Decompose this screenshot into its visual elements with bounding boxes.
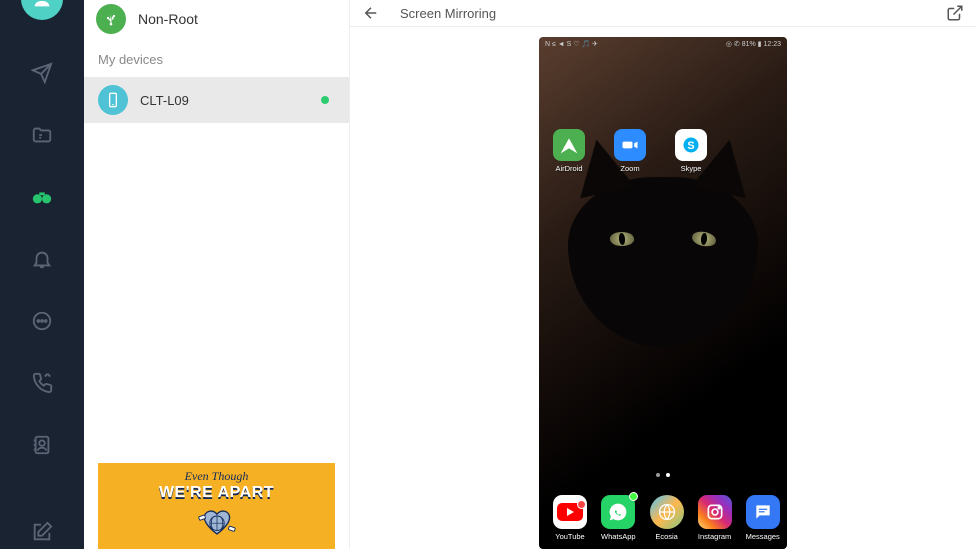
page-indicator xyxy=(539,473,787,477)
main-title: Screen Mirroring xyxy=(400,6,496,21)
nav-compose-icon[interactable] xyxy=(29,519,55,545)
main-header: Screen Mirroring xyxy=(350,0,976,27)
airdroid-icon xyxy=(553,129,585,161)
phone-icon xyxy=(98,85,128,115)
svg-text:S: S xyxy=(687,140,694,152)
app-ecosia[interactable]: Ecosia xyxy=(650,495,684,541)
device-row[interactable]: CLT-L09 xyxy=(84,77,349,123)
nav-binoculars-icon[interactable] xyxy=(29,184,55,210)
app-label: YouTube xyxy=(555,532,584,541)
devices-header: My devices xyxy=(84,38,349,77)
nav-contacts-icon[interactable] xyxy=(29,432,55,458)
app-youtube[interactable]: YouTube xyxy=(553,495,587,541)
mirror-viewport: N ≤ ◄ S ♡ 🎵 ✈ ◎ ✆ 81% ▮ 12:23 AirDroid Z… xyxy=(350,27,976,549)
app-label: Skype xyxy=(681,164,702,173)
app-airdroid[interactable]: AirDroid xyxy=(553,129,585,173)
mode-row[interactable]: Non-Root xyxy=(84,0,349,38)
youtube-icon xyxy=(553,495,587,529)
statusbar-right: ◎ ✆ 81% ▮ 12:23 xyxy=(726,40,781,48)
whatsapp-icon xyxy=(601,495,635,529)
nav-files-icon[interactable] xyxy=(29,122,55,148)
nav-send-icon[interactable] xyxy=(29,60,55,86)
app-skype[interactable]: S Skype xyxy=(675,129,707,173)
app-label: Instagram xyxy=(698,532,731,541)
messages-icon xyxy=(746,495,780,529)
app-messages[interactable]: Messages xyxy=(746,495,780,541)
zoom-icon xyxy=(614,129,646,161)
popout-button[interactable] xyxy=(946,4,964,22)
nav-phone-icon[interactable] xyxy=(29,370,55,396)
app-label: Messages xyxy=(746,532,780,541)
ad-line2: WE'RE APART xyxy=(159,484,274,502)
app-label: Zoom xyxy=(620,164,639,173)
device-name: CLT-L09 xyxy=(140,93,189,108)
app-instagram[interactable]: Instagram xyxy=(698,495,732,541)
main-panel: Screen Mirroring N ≤ ◄ S ♡ 🎵 ✈ ◎ ✆ 81% ▮… xyxy=(350,0,976,549)
nav-rail xyxy=(0,0,84,549)
phone-screen[interactable]: N ≤ ◄ S ♡ 🎵 ✈ ◎ ✆ 81% ▮ 12:23 AirDroid Z… xyxy=(539,37,787,549)
app-zoom[interactable]: Zoom xyxy=(614,129,646,173)
ecosia-icon xyxy=(650,495,684,529)
instagram-icon xyxy=(698,495,732,529)
nav-chat-icon[interactable] xyxy=(29,308,55,334)
ad-line1: Even Though xyxy=(185,469,249,484)
nav-bell-icon[interactable] xyxy=(29,246,55,272)
wallpaper-cat xyxy=(568,177,758,347)
promo-banner[interactable]: Even Though WE'RE APART xyxy=(98,463,335,549)
user-avatar[interactable] xyxy=(21,0,63,20)
app-label: WhatsApp xyxy=(601,532,636,541)
back-button[interactable] xyxy=(362,4,380,22)
mode-label: Non-Root xyxy=(138,11,198,27)
phone-statusbar: N ≤ ◄ S ♡ 🎵 ✈ ◎ ✆ 81% ▮ 12:23 xyxy=(539,37,787,51)
statusbar-left: N ≤ ◄ S ♡ 🎵 ✈ xyxy=(545,40,598,48)
usb-icon xyxy=(96,4,126,34)
skype-icon: S xyxy=(675,129,707,161)
phone-dock: YouTube WhatsApp Ecosia Instagram Messag… xyxy=(553,495,780,541)
app-label: Ecosia xyxy=(655,532,678,541)
app-whatsapp[interactable]: WhatsApp xyxy=(601,495,636,541)
status-dot xyxy=(321,96,329,104)
sidebar: Non-Root My devices CLT-L09 Even Though … xyxy=(84,0,350,549)
home-apps-row1: AirDroid Zoom S Skype xyxy=(553,129,707,173)
globe-heart-icon xyxy=(190,504,244,546)
app-label: AirDroid xyxy=(555,164,582,173)
